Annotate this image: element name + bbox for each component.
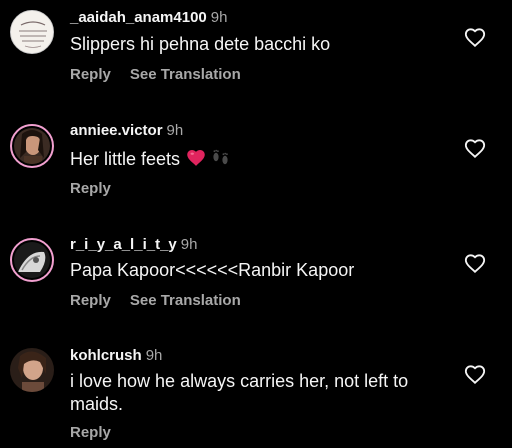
reply-button[interactable]: Reply	[70, 292, 111, 309]
reply-button[interactable]: Reply	[70, 180, 111, 197]
comment-text: Her little feets	[70, 147, 440, 171]
red-heart-emoji-icon	[187, 150, 205, 166]
username[interactable]: _aaidah_anam4100	[70, 9, 207, 26]
comment-item: r_i_y_a_l_i_t_y 9h Papa Kapoor<<<<<<Ranbi…	[0, 235, 512, 325]
reply-button[interactable]: Reply	[70, 424, 111, 441]
avatar-image	[10, 348, 54, 392]
avatar[interactable]	[10, 124, 54, 168]
avatar[interactable]	[10, 10, 54, 54]
comment-item: kohlcrush 9h i love how he always carries…	[0, 346, 512, 446]
username[interactable]: anniee.victor	[70, 122, 163, 139]
like-heart-icon[interactable]	[464, 253, 486, 275]
comment-meta: kohlcrush 9h	[70, 347, 162, 365]
username[interactable]: kohlcrush	[70, 347, 142, 364]
comment-meta: _aaidah_anam4100 9h	[70, 9, 227, 27]
comment-actions: Reply	[70, 424, 130, 441]
comment-text: i love how he always carries her, not le…	[70, 371, 409, 414]
see-translation-button[interactable]: See Translation	[130, 292, 241, 309]
comment-item: _aaidah_anam4100 9h Slippers hi pehna det…	[0, 8, 512, 98]
comments-list: _aaidah_anam4100 9h Slippers hi pehna det…	[0, 0, 512, 448]
comment-actions: Reply See Translation	[70, 66, 260, 83]
comment-text: Papa Kapoor<<<<<<Ranbir Kapoor	[70, 260, 355, 280]
like-heart-icon[interactable]	[464, 364, 486, 386]
avatar[interactable]	[10, 238, 54, 282]
avatar-image	[11, 11, 53, 53]
username[interactable]: r_i_y_a_l_i_t_y	[70, 236, 177, 253]
timestamp: 9h	[180, 236, 198, 253]
footprints-emoji-icon	[213, 149, 228, 165]
timestamp: 9h	[166, 122, 184, 139]
avatar[interactable]	[10, 348, 54, 392]
see-translation-button[interactable]: See Translation	[130, 66, 241, 83]
comment-actions: Reply	[70, 180, 130, 197]
comment-actions: Reply See Translation	[70, 292, 260, 309]
comment-meta: anniee.victor 9h	[70, 122, 183, 140]
like-heart-icon[interactable]	[464, 27, 486, 49]
avatar-image	[14, 242, 50, 278]
comment-text-content: Her little feets	[70, 149, 181, 169]
timestamp: 9h	[145, 347, 163, 364]
reply-button[interactable]: Reply	[70, 66, 111, 83]
comment-item: anniee.victor 9h Her little feets Reply	[0, 121, 512, 211]
comment-meta: r_i_y_a_l_i_t_y 9h	[70, 236, 197, 254]
avatar-image	[14, 128, 50, 164]
like-heart-icon[interactable]	[464, 138, 486, 160]
timestamp: 9h	[210, 9, 228, 26]
comment-text: Slippers hi pehna dete bacchi ko	[70, 34, 331, 54]
